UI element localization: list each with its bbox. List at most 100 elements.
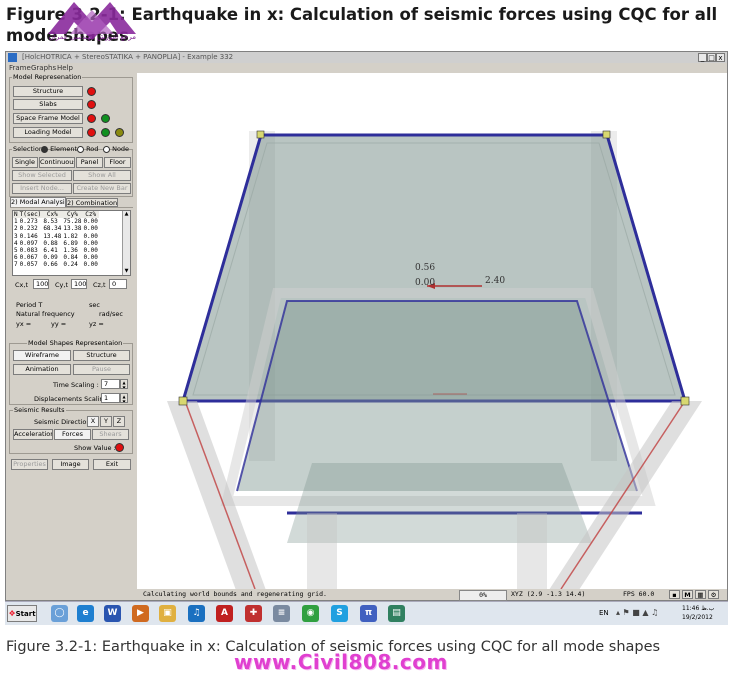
time-scaling-stepper-icon[interactable]: ▲ ▼ (120, 379, 128, 389)
table-row[interactable]: 6 0.067 0.09 0.84 0.00 (13, 254, 99, 261)
table-row[interactable]: 3 0.146 13.48 1.82 0.00 (13, 233, 99, 240)
window-title: [HolcHOTRICA + StereoSTATIKA + PANOPLIA]… (22, 53, 234, 61)
node-marker-icon[interactable] (602, 130, 611, 139)
properties-button[interactable]: Properties (11, 459, 48, 470)
space-frame-green-dot-icon[interactable] (101, 114, 110, 123)
tool-icon[interactable]: ▦ (695, 590, 706, 599)
direction-y-button[interactable]: Y (100, 416, 112, 427)
acrobat-icon[interactable]: A (216, 605, 233, 622)
loading-model-button[interactable]: Loading Model (13, 127, 83, 138)
node-marker-icon[interactable] (680, 396, 690, 406)
space-frame-red-dot-icon[interactable] (87, 114, 96, 123)
displacements-scaling-stepper-icon[interactable]: ▲ ▼ (120, 393, 128, 403)
maximize-button[interactable]: □ (707, 53, 716, 62)
minimize-button[interactable]: _ (698, 53, 707, 62)
exit-button[interactable]: Exit (93, 459, 131, 470)
floor-button[interactable]: Floor (104, 157, 131, 168)
table-row[interactable]: 2 0.232 68.34 13.38 0.00 (13, 225, 99, 232)
watermark: www.Civil808.com (234, 650, 448, 674)
structure-mode-button[interactable]: Structure (73, 350, 130, 361)
status-message: Calculating world bounds and regeneratin… (143, 590, 327, 598)
force-label-240: 2.40 (485, 276, 506, 286)
structure-button[interactable]: Structure (13, 86, 83, 97)
camera-mode-icon[interactable]: ▪ (669, 590, 680, 599)
menu-help[interactable]: Help (57, 63, 73, 73)
scroll-down-icon[interactable]: ▼ (123, 268, 130, 275)
table-row[interactable]: 7 0.057 0.66 0.24 0.00 (13, 261, 99, 268)
explorer-icon[interactable]: ◯ (51, 605, 68, 622)
single-button[interactable]: Single (12, 157, 38, 168)
settings-icon[interactable]: ⚙ (708, 590, 719, 599)
media-player-icon[interactable]: ▶ (132, 605, 149, 622)
language-indicator[interactable]: EN (599, 609, 609, 617)
calculator-icon[interactable]: ≡ (273, 605, 290, 622)
cell: 13.38 (63, 225, 82, 233)
scroll-up-icon[interactable]: ▲ (123, 211, 130, 218)
radio-rod[interactable]: Rod (77, 145, 98, 153)
menu-bar: Frame Graphs Help (6, 63, 727, 73)
cell: 6 (14, 254, 18, 262)
skype-icon[interactable]: S (331, 605, 348, 622)
slabs-red-dot-icon[interactable] (87, 100, 96, 109)
time-scaling-label: Time Scaling : (53, 381, 99, 389)
table-scrollbar[interactable]: ▲ ▼ (122, 211, 130, 275)
cell: 0.232 (19, 225, 38, 233)
insert-node-button[interactable]: Insert Node... (12, 183, 72, 194)
accelerations-button[interactable]: Accelerations (13, 429, 53, 440)
status-bar: Calculating world bounds and regeneratin… (137, 589, 727, 601)
displacements-scaling-input[interactable]: 1 (101, 393, 120, 403)
3d-viewport[interactable]: 0.56 0.00 2.40 (137, 73, 727, 589)
loading-red-dot-icon[interactable] (87, 128, 96, 137)
folder-icon[interactable]: ▣ (159, 605, 176, 622)
show-selected-button[interactable]: Show Selected (12, 170, 72, 181)
radio-node[interactable]: Node (103, 145, 129, 153)
close-button[interactable]: x (716, 53, 725, 62)
radio-element[interactable]: Element (41, 145, 77, 153)
structural-app-icon[interactable]: π (360, 605, 377, 622)
menu-graphs[interactable]: Graphs (31, 63, 56, 73)
pause-button[interactable]: Pause (73, 364, 130, 375)
structure-red-dot-icon[interactable] (87, 87, 96, 96)
shears-button[interactable]: Shears (92, 429, 129, 440)
table-row[interactable]: 1 0.273 8.53 75.28 0.00 (13, 218, 99, 225)
col-n: N (13, 211, 19, 219)
word-icon[interactable]: W (104, 605, 121, 622)
internet-explorer-icon[interactable]: e (77, 605, 94, 622)
show-value-toggle-icon[interactable] (115, 443, 124, 452)
table-row[interactable]: 4 0.097 0.88 6.89 0.00 (13, 240, 99, 247)
tab-modal-analysis[interactable]: 2) Modal Analysis (10, 197, 66, 207)
itunes-icon[interactable]: ♫ (188, 605, 205, 622)
image-viewer-icon[interactable]: ▤ (388, 605, 405, 622)
image-button[interactable]: Image (52, 459, 89, 470)
mode-m-button[interactable]: M (682, 590, 693, 599)
loading-olive-dot-icon[interactable] (115, 128, 124, 137)
tab-combinations[interactable]: 2) Combinations (66, 198, 118, 207)
chrome-icon[interactable]: ◉ (302, 605, 319, 622)
direction-x-button[interactable]: X (87, 416, 99, 427)
loading-green-dot-icon[interactable] (101, 128, 110, 137)
menu-frame[interactable]: Frame (9, 63, 31, 73)
cell: 6.89 (63, 239, 78, 247)
node-marker-icon[interactable] (256, 130, 265, 139)
direction-z-button[interactable]: Z (113, 416, 125, 427)
forces-button[interactable]: Forces (54, 429, 91, 440)
wireframe-button[interactable]: Wireframe (13, 350, 71, 361)
radio-selected-icon (41, 145, 48, 153)
continuous-button[interactable]: Continuous (39, 157, 75, 168)
time-scaling-input[interactable]: 7 (101, 379, 120, 389)
create-new-bar-button[interactable]: Create New Bar (73, 183, 131, 194)
cy-total-field: 100 (71, 279, 87, 289)
cell: 0.24 (63, 261, 78, 269)
modal-results-table[interactable]: N T(sec) Cx% Cy% Cz% 1 0.273 8.53 75.28 0.00… (12, 210, 131, 276)
panel-button[interactable]: Panel (76, 157, 103, 168)
show-all-button[interactable]: Show All (73, 170, 131, 181)
slabs-button[interactable]: Slabs (13, 99, 83, 110)
node-marker-icon[interactable] (178, 396, 188, 406)
table-row[interactable]: 5 0.083 6.41 1.36 0.00 (13, 247, 99, 254)
space-frame-model-button[interactable]: Space Frame Model (13, 113, 83, 124)
language-flag-icon[interactable]: ✚ (245, 605, 262, 622)
animation-button[interactable]: Animation (13, 364, 71, 375)
tray-icons[interactable]: ▴ ⚑ ■ ▲ ♫ (616, 608, 658, 617)
start-button[interactable]: ❖Start (7, 605, 37, 622)
windows-taskbar: ❖Start ◯ e W ▶ ▣ ♫ A ✚ ≡ ◉ S π ▤ EN ▴ ⚑ … (5, 601, 728, 625)
